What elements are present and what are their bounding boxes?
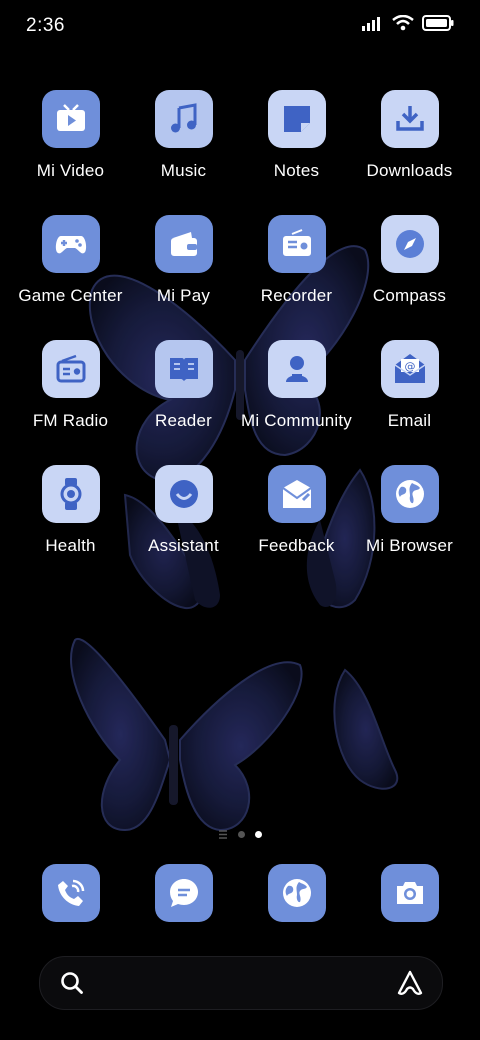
app-label: Reader <box>155 411 212 430</box>
download-icon <box>395 106 424 131</box>
app-label: Email <box>387 411 432 430</box>
svg-text:@: @ <box>404 360 415 373</box>
app-mi-community[interactable]: Mi Community <box>240 340 353 450</box>
email-icon: @ <box>394 354 425 383</box>
page-dot[interactable] <box>238 831 245 838</box>
assistant-icon <box>169 480 198 508</box>
app-reader[interactable]: Reader <box>127 340 240 450</box>
app-email[interactable]: @ Email <box>353 340 466 450</box>
search-icon[interactable] <box>60 971 84 995</box>
app-notes[interactable]: Notes <box>240 90 353 200</box>
compass-icon <box>395 230 424 258</box>
app-game-center[interactable]: Game Center <box>14 215 127 325</box>
app-label: Mi Community <box>240 411 353 430</box>
camera-icon <box>396 882 423 904</box>
app-music[interactable]: Music <box>127 90 240 200</box>
gamepad-icon <box>55 236 86 254</box>
app-downloads[interactable]: Downloads <box>353 90 466 200</box>
wallet-icon <box>170 232 197 256</box>
app-label: Feedback <box>258 536 335 555</box>
app-label: Recorder <box>260 286 333 305</box>
app-label: Game Center <box>18 286 123 305</box>
community-icon <box>285 356 308 382</box>
search-bar[interactable] <box>39 956 443 1010</box>
app-mi-browser[interactable]: Mi Browser <box>353 465 466 575</box>
status-time: 2:36 <box>26 15 65 36</box>
watch-icon <box>60 478 81 510</box>
voice-assistant-icon[interactable] <box>396 969 424 997</box>
app-compass[interactable]: Compass <box>353 215 466 325</box>
app-label: Health <box>45 536 96 555</box>
app-label: Mi Video <box>36 161 105 180</box>
video-icon <box>56 104 85 131</box>
signal-icon <box>362 17 380 31</box>
app-fm-radio[interactable]: FM Radio <box>14 340 127 450</box>
status-bar: 2:36 <box>0 0 480 52</box>
app-label: Assistant <box>148 536 219 555</box>
app-label: Mi Pay <box>156 286 211 305</box>
app-label: FM Radio <box>32 411 109 430</box>
app-assistant[interactable]: Assistant <box>127 465 240 575</box>
radio-icon <box>56 354 85 383</box>
browser-icon <box>282 879 311 907</box>
app-label: Music <box>160 161 207 180</box>
music-icon <box>170 103 196 133</box>
battery-icon <box>422 15 454 31</box>
menu-lines-icon <box>219 830 227 839</box>
wifi-icon <box>392 15 414 31</box>
app-mi-pay[interactable]: Mi Pay <box>127 215 240 325</box>
feedback-icon <box>281 480 312 508</box>
app-label: Notes <box>273 161 320 180</box>
message-icon <box>169 879 198 907</box>
app-feedback[interactable]: Feedback <box>240 465 353 575</box>
app-label: Downloads <box>366 161 453 180</box>
page-indicator[interactable] <box>0 830 480 839</box>
app-label: Compass <box>372 286 447 305</box>
app-recorder[interactable]: Recorder <box>240 215 353 325</box>
recorder-icon <box>282 229 311 256</box>
phone-icon <box>57 879 84 906</box>
book-icon <box>169 358 198 381</box>
notes-icon <box>283 106 310 132</box>
app-label: Mi Browser <box>365 536 453 555</box>
globe-icon <box>395 480 424 508</box>
app-mi-video[interactable]: Mi Video <box>14 90 127 200</box>
page-dot-active[interactable] <box>255 831 262 838</box>
app-health[interactable]: Health <box>14 465 127 575</box>
